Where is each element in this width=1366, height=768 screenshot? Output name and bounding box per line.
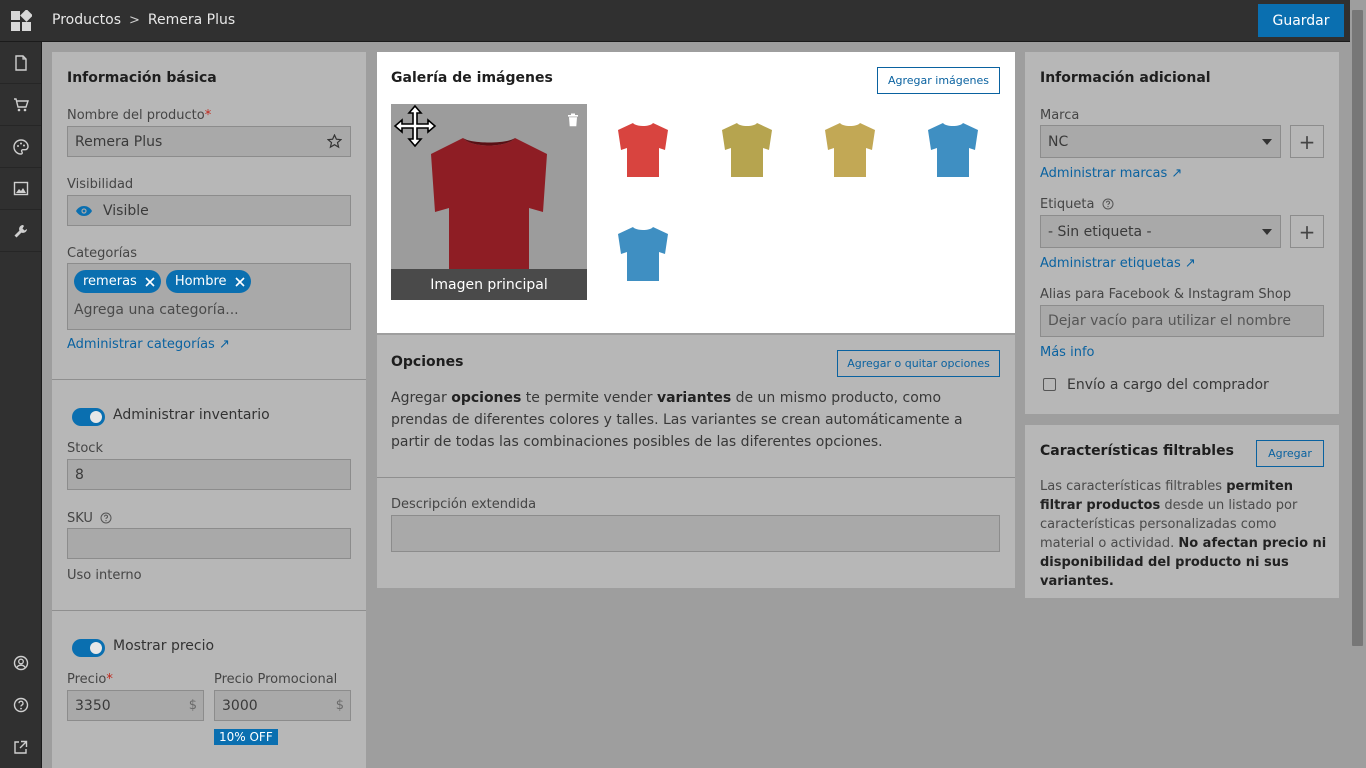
tag-select[interactable]: - Sin etiqueta -	[1040, 215, 1281, 248]
gallery-thumbnail[interactable]	[597, 208, 689, 300]
palette-icon[interactable]	[0, 126, 41, 168]
more-info-link[interactable]: Más info	[1040, 345, 1094, 360]
manage-categories-link[interactable]: Administrar categorías ↗	[67, 337, 230, 352]
gallery-thumbnail[interactable]	[701, 104, 793, 196]
gallery-thumbnail[interactable]	[907, 104, 999, 196]
manage-tags-link[interactable]: Administrar etiquetas ↗	[1040, 256, 1196, 271]
caret-down-icon	[1262, 229, 1272, 235]
extended-description-input[interactable]	[391, 515, 1000, 552]
external-link-icon[interactable]	[0, 726, 41, 768]
divider	[377, 477, 1015, 478]
save-button[interactable]: Guardar	[1258, 4, 1344, 37]
categories-input[interactable]: remeras Hombre Agrega una categoría...	[67, 263, 351, 330]
top-bar: Productos > Remera Plus Guardar	[0, 0, 1366, 42]
product-name-label: Nombre del producto*	[67, 108, 212, 123]
sku-label: SKU	[67, 511, 112, 528]
help-circle-icon[interactable]	[100, 512, 112, 528]
shipping-label: Envío a cargo del comprador	[1067, 377, 1269, 393]
add-images-button[interactable]: Agregar imágenes	[877, 67, 1000, 94]
inventory-toggle[interactable]	[72, 408, 105, 426]
main-image[interactable]: Imagen principal	[391, 104, 587, 300]
cart-icon[interactable]	[0, 84, 41, 126]
user-circle-icon[interactable]	[0, 642, 41, 684]
breadcrumb-current: Remera Plus	[147, 12, 236, 28]
options-description: Agregar opciones te permite vender varia…	[391, 390, 963, 450]
brand-select[interactable]: NC	[1040, 125, 1281, 158]
caret-down-icon	[1262, 139, 1272, 145]
extended-description-label: Descripción extendida	[391, 497, 537, 512]
price-input[interactable]: 3350 $	[67, 690, 204, 721]
tag-label: Etiqueta	[1040, 197, 1114, 214]
add-brand-button[interactable]: +	[1290, 125, 1324, 158]
gallery-thumbnail[interactable]	[597, 104, 689, 196]
filters-description: Las características filtrables permiten …	[1040, 479, 1327, 589]
manage-brands-link[interactable]: Administrar marcas ↗	[1040, 166, 1182, 181]
tshirt-image	[722, 123, 772, 177]
sidebar	[0, 42, 42, 768]
filters-title: Características filtrables	[1040, 443, 1234, 459]
breadcrumb: Productos > Remera Plus	[52, 12, 235, 28]
gallery-thumbnail[interactable]	[804, 104, 896, 196]
promo-price-input[interactable]: 3000 $	[214, 690, 351, 721]
brand-label: Marca	[1040, 108, 1080, 123]
star-icon[interactable]	[326, 133, 343, 153]
breadcrumb-separator: >	[129, 12, 140, 28]
left-column: Información básica Nombre del producto* …	[52, 52, 366, 768]
help-icon[interactable]	[0, 684, 41, 726]
shipping-checkbox[interactable]	[1043, 378, 1056, 391]
image-icon[interactable]	[0, 168, 41, 210]
move-cursor-icon	[393, 104, 437, 152]
visibility-select[interactable]: Visible	[67, 195, 351, 226]
category-placeholder[interactable]: Agrega una categoría...	[74, 302, 344, 318]
promo-price-label: Precio Promocional	[214, 672, 338, 687]
tshirt-image	[825, 123, 875, 177]
edit-options-button[interactable]: Agregar o quitar opciones	[837, 350, 1000, 377]
document-icon[interactable]	[0, 42, 41, 84]
help-circle-icon[interactable]	[1102, 198, 1114, 214]
show-price-label: Mostrar precio	[113, 638, 215, 654]
tshirt-image	[618, 123, 668, 177]
sku-hint: Uso interno	[67, 568, 142, 583]
gallery-panel: Galería de imágenes Agregar imágenes Ima…	[377, 52, 1015, 333]
divider	[52, 610, 366, 611]
currency-symbol: $	[335, 698, 344, 713]
visibility-label: Visibilidad	[67, 177, 134, 192]
category-chips: remeras Hombre	[74, 270, 344, 293]
show-price-toggle[interactable]	[72, 639, 105, 657]
additional-info-panel: Información adicional Marca NC + Adminis…	[1025, 52, 1339, 414]
inventory-toggle-label: Administrar inventario	[113, 407, 270, 423]
add-filter-button[interactable]: Agregar	[1256, 440, 1324, 467]
additional-info-title: Información adicional	[1040, 70, 1211, 86]
filters-panel: Características filtrables Agregar Las c…	[1025, 425, 1339, 598]
options-panel: Opciones Agregar o quitar opciones Agreg…	[377, 335, 1015, 588]
stock-label: Stock	[67, 441, 103, 456]
eye-icon	[75, 205, 93, 217]
tshirt-image	[928, 123, 978, 177]
categories-label: Categorías	[67, 246, 138, 261]
trash-icon[interactable]	[567, 112, 579, 131]
stock-input[interactable]: 8	[67, 459, 351, 490]
sku-input[interactable]	[67, 528, 351, 559]
product-name-input[interactable]: Remera Plus	[67, 126, 351, 157]
main-image-caption: Imagen principal	[391, 269, 587, 300]
price-label: Precio*	[67, 672, 113, 687]
discount-badge: 10% OFF	[214, 729, 278, 745]
breadcrumb-products[interactable]: Productos	[52, 12, 121, 28]
category-chip: remeras	[74, 270, 161, 293]
options-title: Opciones	[391, 354, 464, 370]
scrollbar-thumb[interactable]	[1352, 10, 1363, 646]
alias-input[interactable]: Dejar vacío para utilizar el nombre	[1040, 305, 1324, 337]
add-tag-button[interactable]: +	[1290, 215, 1324, 248]
gallery-title: Galería de imágenes	[391, 70, 553, 86]
tshirt-image	[618, 227, 668, 281]
tools-icon[interactable]	[0, 210, 41, 252]
category-chip: Hombre	[165, 270, 251, 293]
divider	[52, 379, 366, 380]
close-icon[interactable]	[143, 275, 157, 289]
basic-info-title: Información básica	[67, 70, 217, 86]
alias-label: Alias para Facebook & Instagram Shop	[1040, 287, 1292, 302]
close-icon[interactable]	[233, 275, 247, 289]
dashboard-icon[interactable]	[0, 0, 42, 42]
currency-symbol: $	[188, 698, 197, 713]
